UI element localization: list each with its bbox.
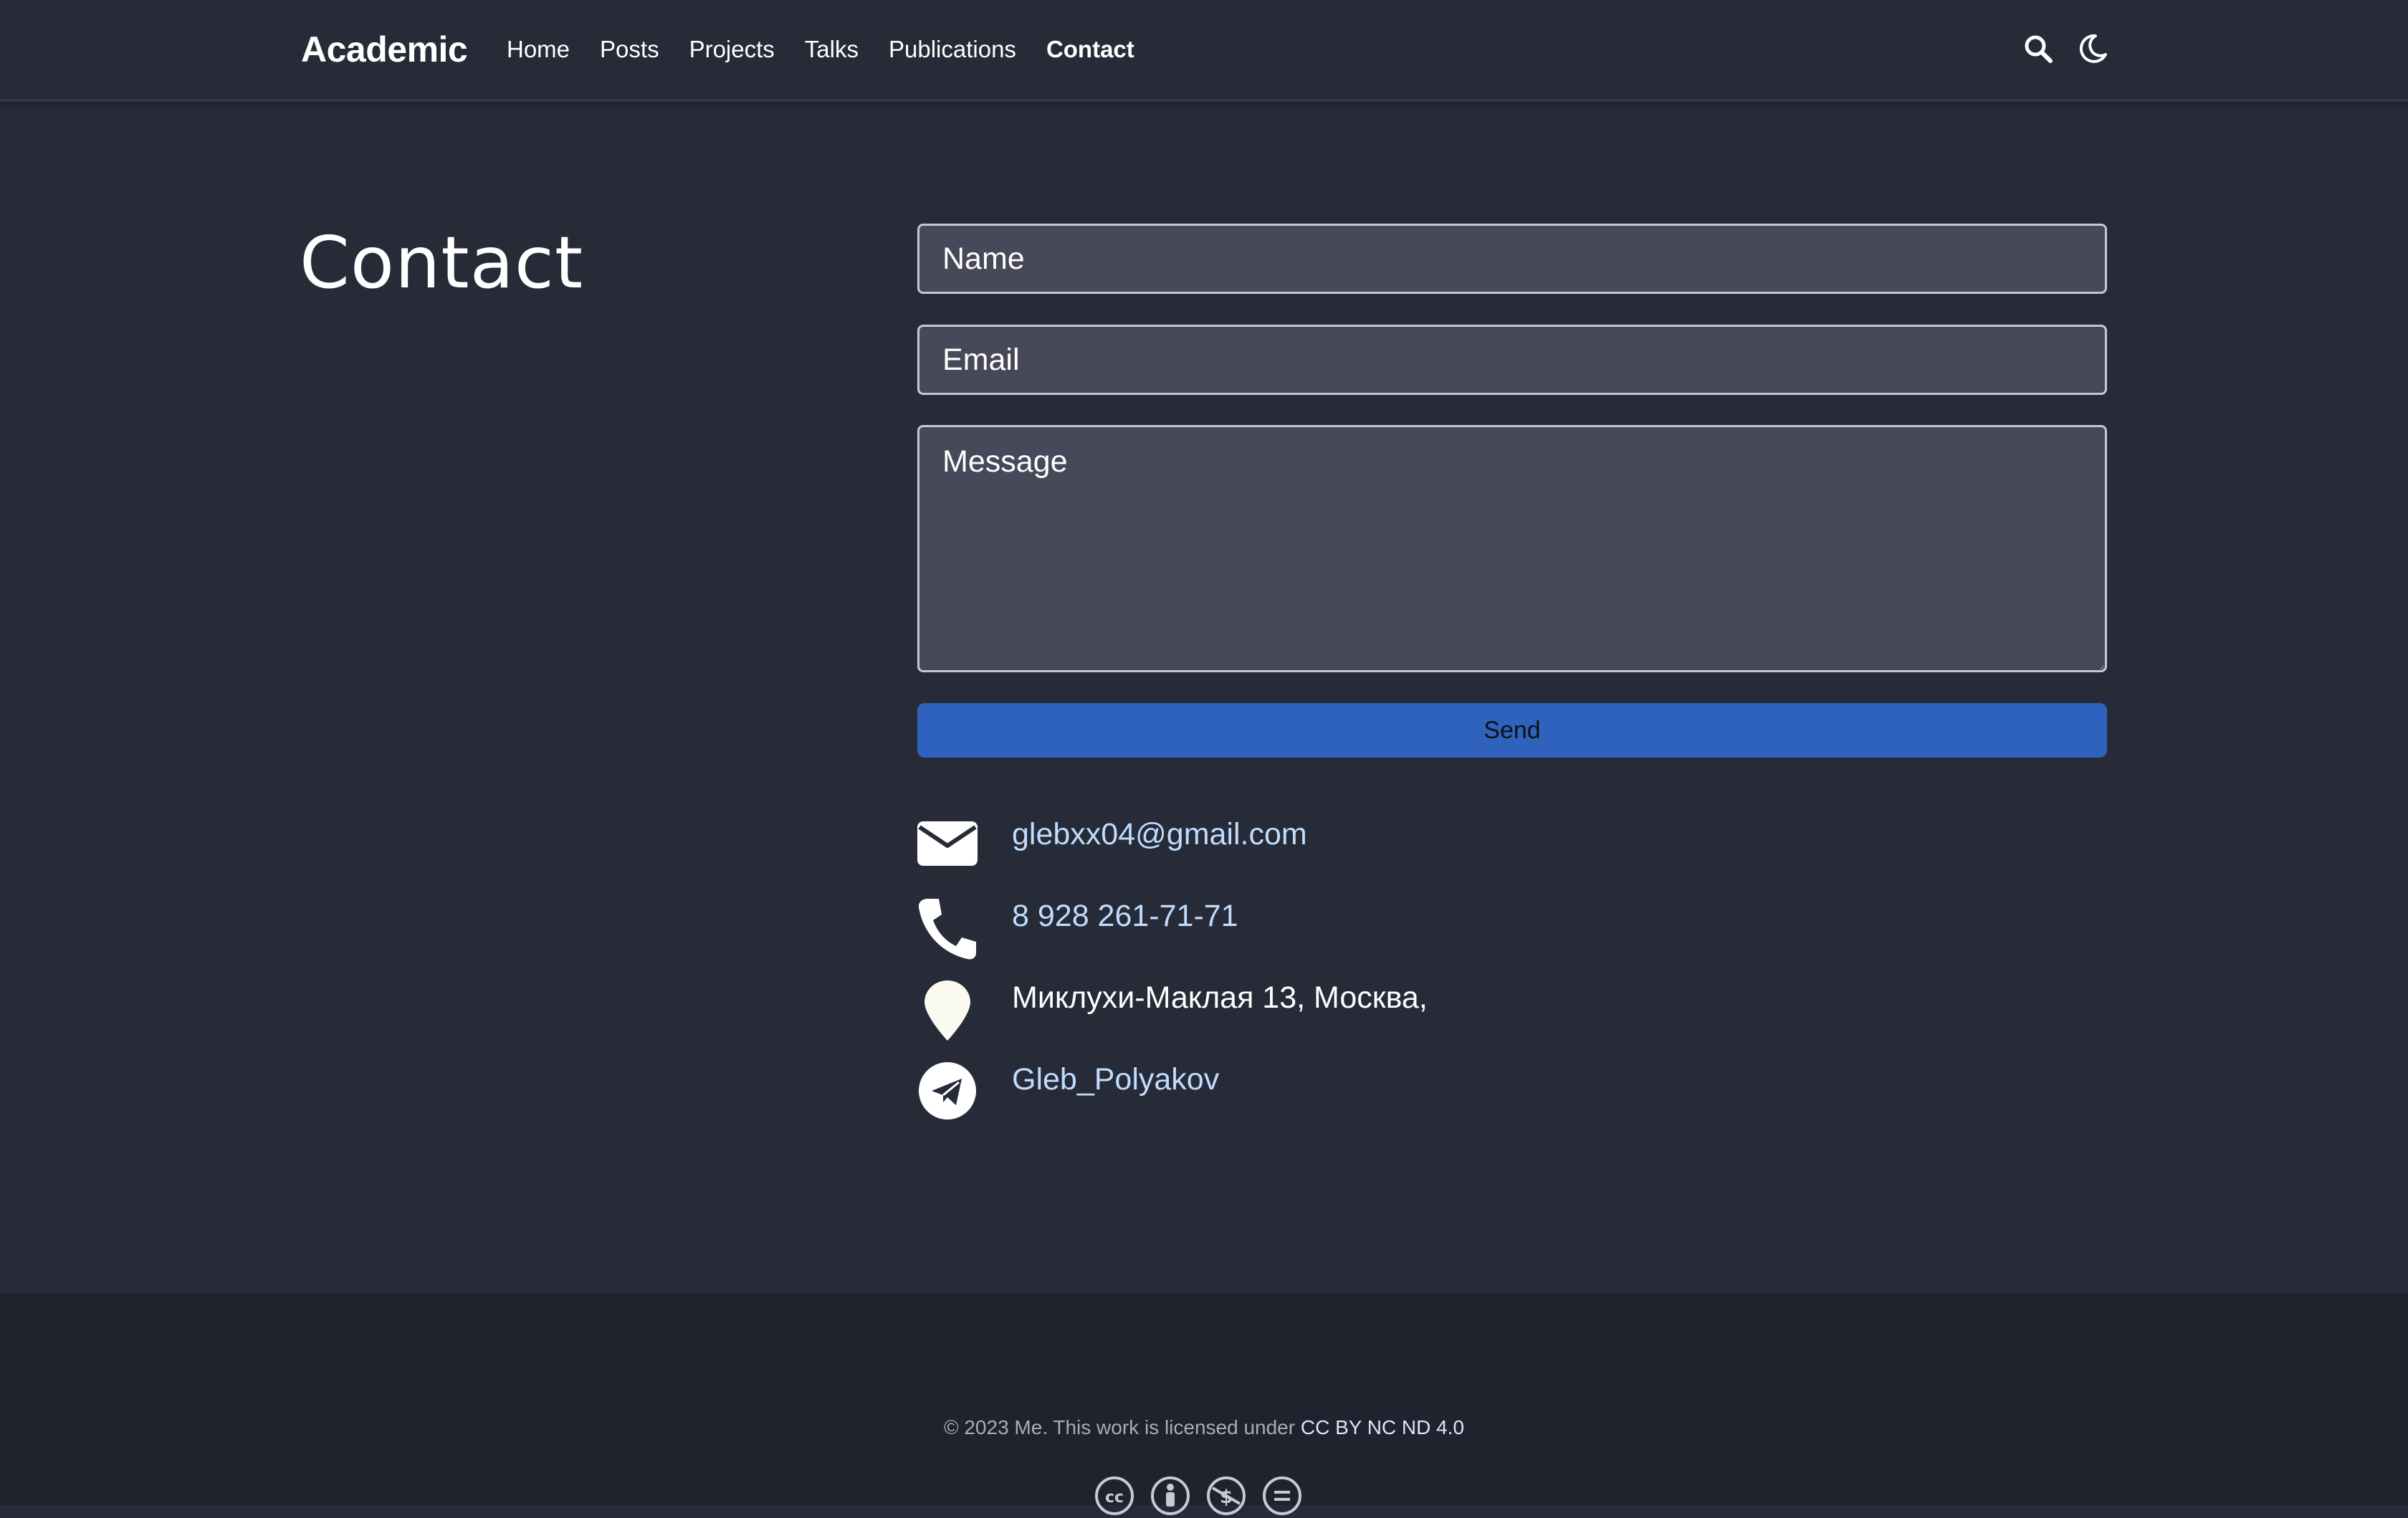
- cc-icon: cc: [1095, 1476, 1134, 1515]
- nd-icon: [1263, 1476, 1301, 1515]
- search-button[interactable]: [2022, 33, 2054, 65]
- nav-item-contact[interactable]: Contact: [1046, 29, 1134, 70]
- contact-telegram-row: Gleb_Polyakov: [917, 1061, 2107, 1125]
- license-link[interactable]: CC BY NC ND 4.0: [1301, 1416, 1464, 1438]
- svg-text:cc: cc: [1105, 1489, 1124, 1507]
- footer: © 2023 Me. This work is licensed under C…: [0, 1293, 2408, 1515]
- contact-phone-row: 8 928 261-71-71: [917, 897, 2107, 962]
- nav-item-posts[interactable]: Posts: [600, 29, 659, 70]
- contact-email-link[interactable]: glebxx04@gmail.com: [1012, 817, 1307, 852]
- name-input[interactable]: [917, 224, 2107, 294]
- site-brand[interactable]: Academic: [301, 26, 468, 73]
- top-navbar: Academic Home Posts Projects Talks Publi…: [0, 0, 2408, 102]
- page-title: Contact: [300, 221, 584, 305]
- telegram-icon: [919, 1062, 976, 1120]
- footer-license-text: © 2023 Me. This work is licensed under: [943, 1416, 1301, 1438]
- by-icon: [1151, 1476, 1190, 1515]
- nav-item-talks[interactable]: Talks: [805, 29, 859, 70]
- nc-icon: $: [1207, 1476, 1246, 1515]
- nav-item-home[interactable]: Home: [507, 29, 570, 70]
- search-icon: [2025, 35, 2053, 63]
- moon-icon: [2079, 34, 2107, 63]
- map-pin-icon: [924, 980, 970, 1041]
- nav-links: Home Posts Projects Talks Publications C…: [507, 29, 1165, 70]
- contact-address-text: Миклухи-Маклая 13, Москва,: [1012, 980, 1428, 1015]
- nav-item-publications[interactable]: Publications: [889, 29, 1016, 70]
- contact-phone-link[interactable]: 8 928 261-71-71: [1012, 899, 1238, 934]
- envelope-icon: [917, 821, 978, 866]
- footer-copyright: © 2023 Me. This work is licensed under C…: [0, 1416, 2408, 1439]
- email-input[interactable]: [917, 325, 2107, 395]
- license-icons: cc $: [1094, 1475, 1303, 1518]
- contact-email-row: glebxx04@gmail.com: [917, 817, 2107, 882]
- contact-address-row: Миклухи-Маклая 13, Москва,: [917, 979, 2107, 1044]
- message-textarea[interactable]: [917, 425, 2107, 672]
- theme-toggle-button[interactable]: [2077, 33, 2108, 65]
- nav-item-projects[interactable]: Projects: [689, 29, 775, 70]
- contact-telegram-link[interactable]: Gleb_Polyakov: [1012, 1062, 1219, 1097]
- send-button[interactable]: Send: [917, 703, 2107, 758]
- phone-icon: [918, 899, 976, 960]
